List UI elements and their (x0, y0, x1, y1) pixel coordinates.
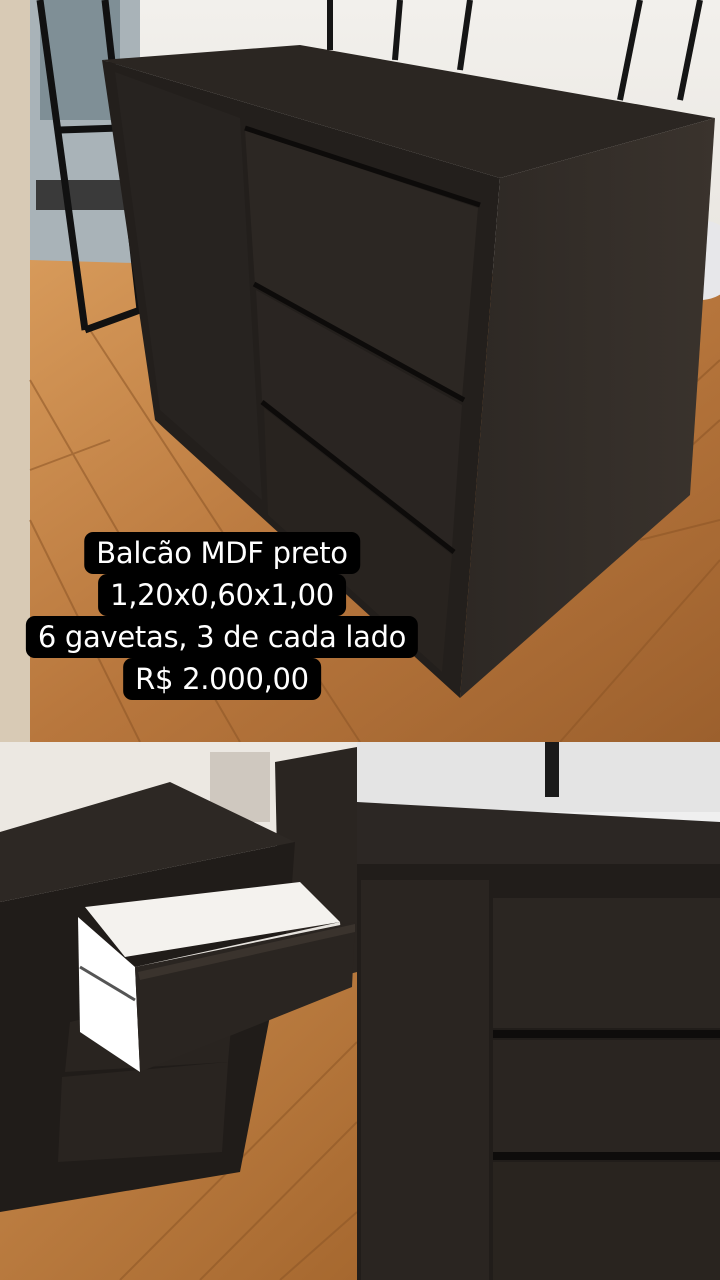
open-drawer-photo (0, 742, 357, 1280)
drawers-closeup-photo (357, 742, 720, 1280)
product-caption: Balcão MDF preto 1,20x0,60x1,00 6 gaveta… (0, 532, 720, 742)
product-dimensions: 1,20x0,60x1,00 (98, 574, 346, 616)
product-title: Balcão MDF preto (84, 532, 360, 574)
product-price: R$ 2.000,00 (123, 658, 321, 700)
product-drawers-info: 6 gavetas, 3 de cada lado (25, 616, 419, 658)
